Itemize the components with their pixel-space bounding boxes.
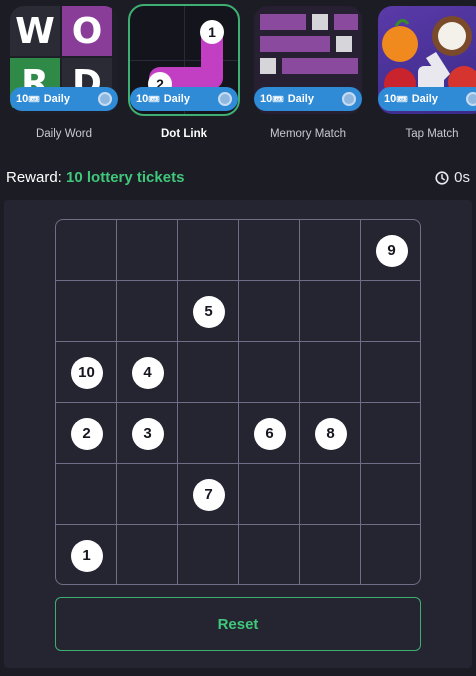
numbered-dot[interactable]: 3 bbox=[131, 417, 164, 450]
tap-match-thumbnail: 10 🎟 Daily bbox=[378, 6, 476, 114]
daily-badge: 10 🎟 Daily bbox=[254, 87, 362, 111]
board-cell[interactable] bbox=[300, 342, 361, 403]
badge-count: 10 bbox=[384, 93, 397, 105]
badge-suffix: Daily bbox=[43, 93, 70, 105]
board-cell[interactable] bbox=[239, 342, 300, 403]
game-card-daily-word[interactable]: W O R D 10 🎟 Daily Daily Word bbox=[10, 6, 118, 140]
reward-info: Reward: 10 lottery tickets bbox=[6, 169, 184, 186]
board-cell[interactable] bbox=[361, 464, 420, 525]
board-cell[interactable] bbox=[239, 464, 300, 525]
timer: 0s bbox=[435, 169, 470, 186]
clock-icon bbox=[435, 170, 449, 185]
board-cell[interactable] bbox=[361, 281, 420, 342]
game-label: Memory Match bbox=[269, 128, 347, 140]
board-cell[interactable] bbox=[117, 525, 178, 584]
badge-suffix: Daily bbox=[411, 93, 438, 105]
numbered-dot[interactable]: 8 bbox=[314, 417, 347, 450]
numbered-dot[interactable]: 1 bbox=[70, 539, 103, 572]
board-cell[interactable] bbox=[300, 525, 361, 584]
numbered-dot[interactable]: 7 bbox=[192, 478, 225, 511]
reward-value: 10 lottery tickets bbox=[66, 169, 185, 186]
game-card-dot-link[interactable]: 1 2 10 🎟 Daily Dot Link bbox=[128, 4, 240, 140]
reward-label: Reward: bbox=[6, 169, 62, 186]
game-card-memory-match[interactable]: 10 🎟 Daily Memory Match bbox=[254, 6, 362, 140]
dot-link-board[interactable]: 9 5 10 4 2 3 6 8 7 1 bbox=[55, 219, 421, 585]
badge-suffix: Daily bbox=[287, 93, 314, 105]
badge-count: 10 bbox=[16, 93, 29, 105]
board-cell[interactable] bbox=[117, 464, 178, 525]
board-cell[interactable] bbox=[239, 525, 300, 584]
reset-button[interactable]: Reset bbox=[55, 597, 421, 651]
board-cell[interactable] bbox=[178, 525, 239, 584]
board-cell[interactable] bbox=[300, 281, 361, 342]
status-dot bbox=[466, 92, 476, 106]
game-card-tap-match[interactable]: 10 🎟 Daily Tap Match bbox=[378, 6, 476, 140]
status-dot bbox=[218, 92, 232, 106]
daily-badge: 10 🎟 Daily bbox=[130, 87, 238, 111]
board-cell[interactable] bbox=[361, 525, 420, 584]
game-label: Dot Link bbox=[161, 128, 207, 140]
ticket-icon: 🎟 bbox=[148, 93, 160, 104]
board-cell[interactable] bbox=[178, 403, 239, 464]
board-cell[interactable] bbox=[300, 464, 361, 525]
numbered-dot[interactable]: 9 bbox=[375, 234, 408, 267]
board-cell[interactable] bbox=[117, 281, 178, 342]
timer-value: 0s bbox=[454, 169, 470, 186]
dot-link-thumbnail: 1 2 10 🎟 Daily bbox=[128, 4, 240, 116]
game-selector: W O R D 10 🎟 Daily Daily Word 1 2 10 🎟 Dail bbox=[0, 0, 476, 150]
game-label: Daily Word bbox=[35, 128, 93, 140]
daily-badge: 10 🎟 Daily bbox=[378, 87, 476, 111]
board-cell[interactable] bbox=[117, 220, 178, 281]
status-dot bbox=[98, 92, 112, 106]
board-cell[interactable] bbox=[56, 281, 117, 342]
daily-word-thumbnail: W O R D 10 🎟 Daily bbox=[10, 6, 118, 114]
badge-suffix: Daily bbox=[163, 93, 190, 105]
board-cell[interactable] bbox=[56, 220, 117, 281]
board-cell[interactable] bbox=[361, 403, 420, 464]
status-bar: Reward: 10 lottery tickets 0s bbox=[6, 166, 470, 190]
word-tile: O bbox=[62, 6, 112, 56]
badge-count: 10 bbox=[260, 93, 273, 105]
board-cell[interactable] bbox=[361, 342, 420, 403]
numbered-dot[interactable]: 2 bbox=[70, 417, 103, 450]
numbered-dot[interactable]: 5 bbox=[192, 295, 225, 328]
board-cell[interactable] bbox=[178, 220, 239, 281]
ticket-icon: 🎟 bbox=[272, 93, 284, 104]
numbered-dot[interactable]: 6 bbox=[253, 417, 286, 450]
word-tile: W bbox=[10, 6, 60, 56]
daily-badge: 10 🎟 Daily bbox=[10, 87, 118, 111]
numbered-dot[interactable]: 4 bbox=[131, 356, 164, 389]
board-cell[interactable] bbox=[56, 464, 117, 525]
board-cell[interactable] bbox=[239, 220, 300, 281]
board-cell[interactable] bbox=[300, 220, 361, 281]
memory-match-thumbnail: 10 🎟 Daily bbox=[254, 6, 362, 114]
game-label: Tap Match bbox=[405, 128, 459, 140]
numbered-dot[interactable]: 10 bbox=[70, 356, 103, 389]
badge-count: 10 bbox=[136, 93, 149, 105]
status-dot bbox=[342, 92, 356, 106]
thumb-dot-1: 1 bbox=[208, 24, 216, 40]
ticket-icon: 🎟 bbox=[28, 93, 40, 104]
board-cell[interactable] bbox=[239, 281, 300, 342]
game-panel: 9 5 10 4 2 3 6 8 7 1 Reset bbox=[4, 200, 472, 668]
board-cell[interactable] bbox=[178, 342, 239, 403]
ticket-icon: 🎟 bbox=[396, 93, 408, 104]
